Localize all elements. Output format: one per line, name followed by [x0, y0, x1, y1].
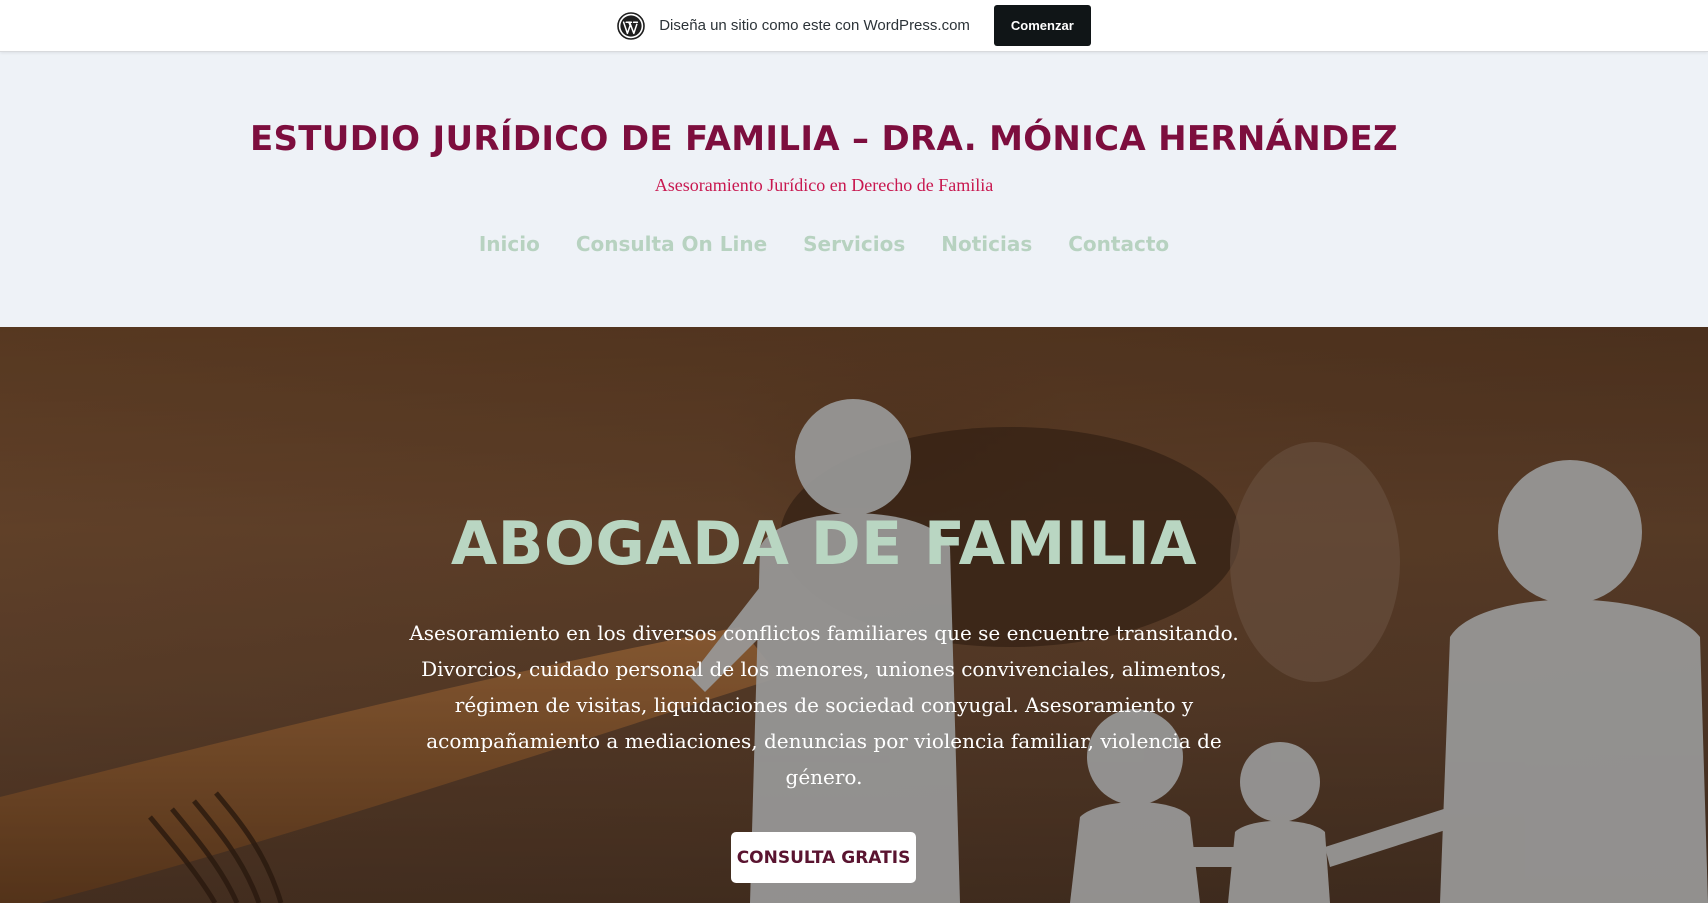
- wordpress-promo-banner: Diseña un sitio como este con WordPress.…: [0, 0, 1708, 52]
- wordpress-promo-text: Diseña un sitio como este con WordPress.…: [659, 17, 970, 34]
- nav-item-contacto[interactable]: Contacto: [1068, 232, 1169, 256]
- wordpress-icon[interactable]: [617, 11, 646, 40]
- site-tagline: Asesoramiento Jurídico en Derecho de Fam…: [654, 175, 994, 195]
- hero-description: Asesoramiento en los diversos conflictos…: [409, 621, 1239, 789]
- hero-section: ABOGADA DE FAMILIA Asesoramiento en los …: [0, 327, 1708, 903]
- free-consultation-button[interactable]: CONSULTA GRATIS: [731, 832, 916, 883]
- main-navigation: Inicio Consulta On Line Servicios Notici…: [0, 232, 1648, 256]
- get-started-button[interactable]: Comenzar: [993, 5, 1091, 46]
- nav-item-consulta-online[interactable]: Consulta On Line: [576, 232, 767, 256]
- nav-item-noticias[interactable]: Noticias: [941, 232, 1032, 256]
- site-title[interactable]: ESTUDIO JURÍDICO DE FAMILIA – DRA. MÓNIC…: [0, 119, 1648, 159]
- nav-item-inicio[interactable]: Inicio: [479, 232, 540, 256]
- hero-title: ABOGADA DE FAMILIA: [450, 509, 1198, 579]
- nav-item-servicios[interactable]: Servicios: [803, 232, 905, 256]
- site-header: ESTUDIO JURÍDICO DE FAMILIA – DRA. MÓNIC…: [0, 52, 1708, 327]
